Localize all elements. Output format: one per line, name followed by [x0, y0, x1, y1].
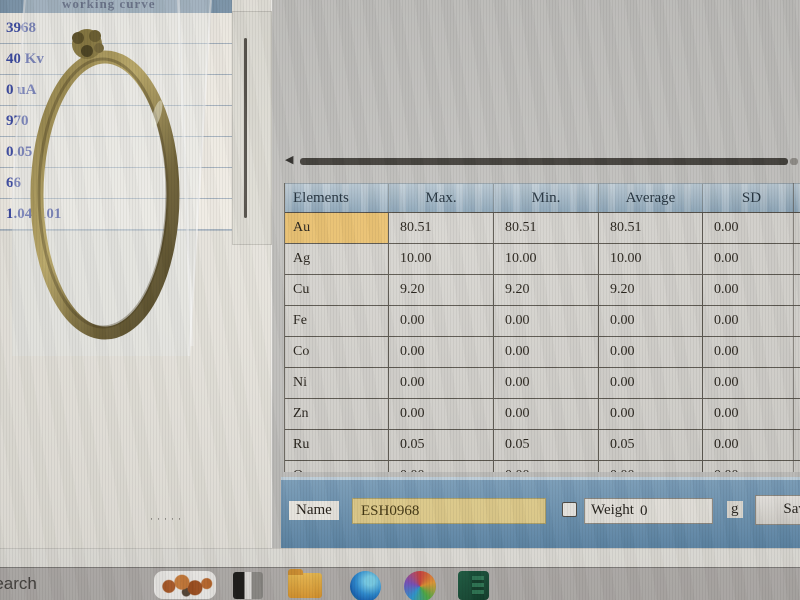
- table-row[interactable]: Ru0.050.050.050.00: [285, 430, 800, 461]
- cell-element: Cu: [285, 275, 389, 305]
- cell-sd: 0.00: [703, 430, 800, 460]
- hscroll-thumb[interactable]: [300, 158, 788, 165]
- window-bottom-strip: [0, 548, 800, 568]
- table-header: ElementsMax.Min.AverageSD: [285, 183, 800, 213]
- file-explorer-icon[interactable]: [288, 573, 322, 598]
- cell-min: 0.00: [494, 461, 599, 472]
- cell-max: 0.00: [389, 461, 494, 472]
- unit-label: g: [727, 501, 743, 518]
- column-header: Min.: [494, 184, 599, 212]
- cell-average: 0.00: [599, 368, 703, 398]
- office-app-icon[interactable]: [404, 571, 436, 600]
- cell-max: 0.05: [389, 430, 494, 460]
- cell-min: 9.20: [494, 275, 599, 305]
- cell-min: 0.00: [494, 306, 599, 336]
- table-row[interactable]: Fe0.000.000.000.00: [285, 306, 800, 337]
- table-row[interactable]: Cu9.209.209.200.00: [285, 275, 800, 306]
- table-row[interactable]: Ag10.0010.0010.000.00: [285, 244, 800, 275]
- cell-element: Ru: [285, 430, 389, 460]
- cell-sd: 0.00: [703, 213, 800, 243]
- cell-max: 9.20: [389, 275, 494, 305]
- cell-sd: 0.00: [703, 399, 800, 429]
- table-row[interactable]: Au80.5180.5180.510.00: [285, 213, 800, 244]
- cell-max: 0.00: [389, 399, 494, 429]
- hscroll-left-arrow[interactable]: ◀: [285, 153, 293, 166]
- column-header: Max.: [389, 184, 494, 212]
- cell-element: Ag: [285, 244, 389, 274]
- cell-max: 0.00: [389, 368, 494, 398]
- weight-input[interactable]: [636, 499, 712, 523]
- cell-min: 10.00: [494, 244, 599, 274]
- weight-field-group: Weight: [584, 498, 713, 524]
- ornament-stone: [72, 32, 84, 44]
- cell-average: 0.00: [599, 461, 703, 472]
- table-body: Au80.5180.5180.510.00Ag10.0010.0010.000.…: [285, 213, 800, 472]
- column-header: Elements: [285, 184, 389, 212]
- cell-min: 80.51: [494, 213, 599, 243]
- results-table: ElementsMax.Min.AverageSD Au80.5180.5180…: [284, 183, 800, 472]
- ornament-stone: [94, 43, 104, 53]
- column-header: Average: [599, 184, 703, 212]
- save-button[interactable]: Save: [755, 495, 800, 525]
- cell-sd: 0.00: [703, 244, 800, 274]
- excel-app-icon[interactable]: [458, 571, 489, 600]
- vertical-slider[interactable]: [244, 38, 247, 218]
- name-input[interactable]: [352, 498, 546, 524]
- cell-sd: 0.00: [703, 461, 800, 472]
- cell-element: Co: [285, 337, 389, 367]
- ring-sample-photo: [12, 0, 217, 356]
- cell-max: 0.00: [389, 306, 494, 336]
- table-row[interactable]: Zn0.000.000.000.00: [285, 399, 800, 430]
- hscroll-track-end: [790, 158, 798, 165]
- image-thumbnail-icon[interactable]: [154, 571, 216, 599]
- cell-average: 10.00: [599, 244, 703, 274]
- cell-max: 10.00: [389, 244, 494, 274]
- cell-sd: 0.00: [703, 306, 800, 336]
- small-marks: ·····: [150, 514, 185, 524]
- edge-browser-icon[interactable]: [350, 571, 381, 600]
- next-column-border: [793, 183, 794, 472]
- camera-app-icon[interactable]: [233, 572, 263, 599]
- cell-element: Os: [285, 461, 389, 472]
- table-row[interactable]: Os0.000.000.000.00: [285, 461, 800, 472]
- cell-min: 0.05: [494, 430, 599, 460]
- cell-element: Ni: [285, 368, 389, 398]
- cell-average: 0.00: [599, 306, 703, 336]
- cell-element: Fe: [285, 306, 389, 336]
- taskbar-search[interactable]: Search: [0, 574, 37, 594]
- monitor-screen: working curve 396840 Kv0 uA9700.05 s661.…: [0, 0, 800, 600]
- taskbar: Search: [0, 567, 800, 600]
- weight-label: Weight: [585, 499, 636, 523]
- side-scroll-strip: [232, 11, 272, 245]
- cell-sd: 0.00: [703, 337, 800, 367]
- table-row[interactable]: Co0.000.000.000.00: [285, 337, 800, 368]
- table-row[interactable]: Ni0.000.000.000.00: [285, 368, 800, 399]
- cell-min: 0.00: [494, 368, 599, 398]
- analysis-panel: ◀ ElementsMax.Min.AverageSD Au80.5180.51…: [272, 0, 800, 548]
- weight-checkbox[interactable]: [562, 502, 577, 517]
- cell-average: 9.20: [599, 275, 703, 305]
- cell-average: 80.51: [599, 213, 703, 243]
- column-header: SD: [703, 184, 800, 212]
- cell-average: 0.05: [599, 430, 703, 460]
- cell-average: 0.00: [599, 399, 703, 429]
- cell-max: 0.00: [389, 337, 494, 367]
- ornament-stone: [81, 45, 93, 57]
- cell-element: Zn: [285, 399, 389, 429]
- cell-average: 0.00: [599, 337, 703, 367]
- ornament-stone: [89, 30, 101, 42]
- cell-sd: 0.00: [703, 275, 800, 305]
- left-window: working curve 396840 Kv0 uA9700.05 s661.…: [0, 0, 272, 548]
- cell-element: Au: [285, 213, 389, 243]
- name-label: Name: [289, 501, 339, 520]
- cell-min: 0.00: [494, 337, 599, 367]
- cell-min: 0.00: [494, 399, 599, 429]
- cell-max: 80.51: [389, 213, 494, 243]
- cell-sd: 0.00: [703, 368, 800, 398]
- sample-footer-bar: Name Weight g Save: [281, 477, 800, 551]
